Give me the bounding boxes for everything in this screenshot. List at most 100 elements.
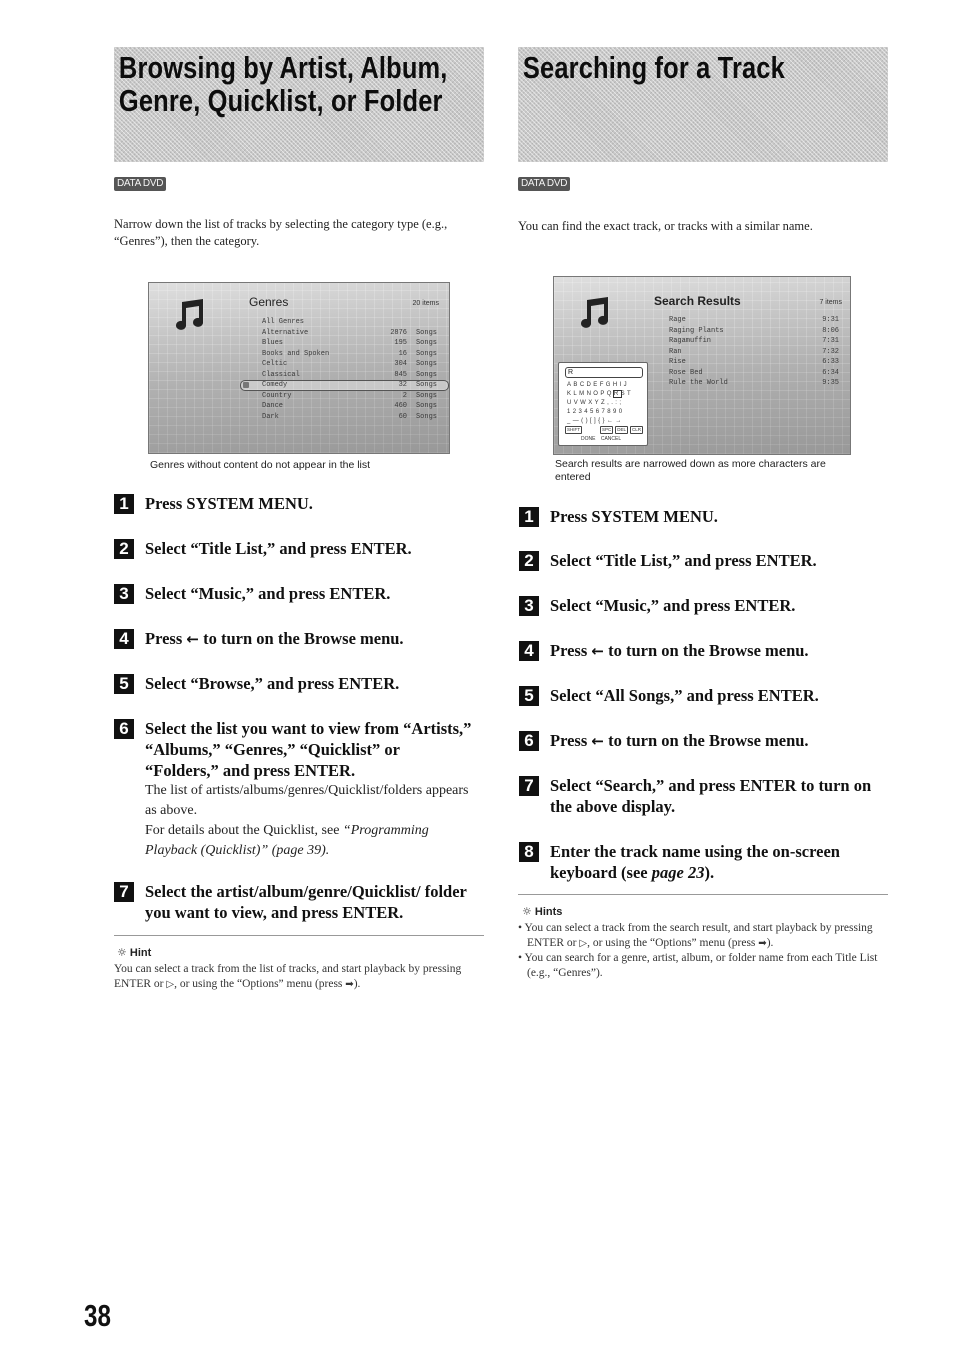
step-text: Select the artist/album/genre/Quicklist/… (145, 882, 467, 922)
keyboard-key[interactable]: M (579, 391, 586, 397)
step-4-searching: 4 Press ← to turn on the Browse menu. (519, 640, 879, 662)
genre-name: All Genres (262, 318, 305, 326)
section-title-searching: Searching for a Track (522, 50, 785, 85)
step-6-browsing: 6 Select the list you want to view from … (114, 718, 474, 861)
genre-list-item[interactable]: Country 2 Songs (262, 391, 437, 402)
keyboard-key[interactable]: — (573, 418, 581, 424)
step-1-searching: 1 Press SYSTEM MENU. (519, 506, 879, 527)
keyboard-spc-button[interactable]: SPC (600, 426, 614, 434)
keyboard-row: UVWXYZ,.:; (567, 400, 623, 406)
step-text: Press SYSTEM MENU. (550, 507, 718, 526)
genre-list: All Genres Alternative 2876 Songs Blues 195 So… (240, 317, 449, 423)
play-icon: ▷ (579, 938, 588, 949)
hints-heading: ☼ Hints (522, 905, 563, 918)
search-result-item[interactable]: Rose Bed 6:34 (669, 368, 839, 379)
track-duration: 6:33 (822, 358, 839, 366)
step-text: Press ← to turn on the Browse menu. (550, 641, 809, 660)
genre-name: Dark (262, 412, 279, 421)
track-name: Ragamuffin (669, 337, 712, 345)
step-3-browsing: 3 Select “Music,” and press ENTER. (114, 583, 474, 604)
search-results-title: Search Results (654, 294, 741, 308)
keyboard-key[interactable]: J (624, 382, 629, 388)
step-text: Select “Search,” and press ENTER to turn… (550, 776, 872, 816)
hint-bullet: • You can search for a genre, artist, al… (518, 952, 878, 979)
section-title-banner-browsing: Browsing by Artist, Album, Genre, Quickli… (114, 47, 484, 162)
song-unit: Songs (415, 412, 437, 421)
genre-list-item[interactable]: Dark 60 Songs (262, 412, 437, 423)
divider (114, 935, 484, 936)
genre-list-item[interactable]: Alternative 2876 Songs (262, 328, 437, 339)
step-7-browsing: 7 Select the artist/album/genre/Quicklis… (114, 881, 474, 923)
step-2-browsing: 2 Select “Title List,” and press ENTER. (114, 538, 474, 559)
step-4-browsing: 4 Press ← to turn on the Browse menu. (114, 628, 474, 650)
song-count: 2876 (390, 328, 407, 337)
song-count: 460 (394, 402, 407, 410)
search-result-item[interactable]: Rage 9:31 (669, 315, 839, 326)
selection-marker-icon (243, 382, 249, 388)
step-7-searching: 7 Select “Search,” and press ENTER to tu… (519, 775, 879, 817)
data-dvd-badge: DATA DVD (114, 177, 167, 191)
keyboard-shift-button[interactable]: SHIFT (565, 426, 582, 434)
keyboard-row: 1234567890 (567, 409, 625, 415)
step-text: Press SYSTEM MENU. (145, 494, 313, 513)
genre-list-item[interactable]: Comedy 32 Songs (240, 380, 449, 391)
keyboard-key[interactable]: H (613, 382, 620, 388)
step-5-searching: 5 Select “All Songs,” and press ENTER. (519, 685, 879, 706)
song-count: 845 (394, 370, 407, 379)
genre-list-item[interactable]: All Genres (262, 317, 437, 328)
keyboard-page-link[interactable]: page 23 (652, 863, 705, 882)
keyboard-key[interactable]: Q (607, 391, 614, 397)
keyboard-clr-button[interactable]: CLR (630, 426, 644, 434)
genres-screen-caption: Genres without content do not appear in … (150, 459, 371, 471)
cancel-button[interactable]: CANCEL (601, 436, 621, 442)
step-number: 8 (519, 842, 539, 862)
right-arrow-icon: ➡ (758, 938, 767, 949)
step-text: Select “Browse,” and press ENTER. (145, 674, 400, 693)
search-result-item[interactable]: Rise 6:33 (669, 357, 839, 368)
keyboard-key[interactable]: U (567, 400, 574, 406)
song-unit: Songs (415, 391, 437, 400)
step-number: 1 (519, 507, 539, 527)
step-number: 2 (519, 551, 539, 571)
step-text: Press ← to turn on the Browse menu. (145, 629, 404, 648)
hint-bullet: • You can select a track from the search… (518, 922, 873, 949)
genre-list-item[interactable]: Books and Spoken 16 Songs (262, 349, 437, 360)
lightbulb-icon: ☼ (117, 946, 127, 959)
song-unit: Songs (415, 402, 437, 410)
genre-list-item[interactable]: Blues 195 Songs (262, 338, 437, 349)
keyboard-buttons: SHIFT SPC DEL CLR (565, 426, 645, 434)
search-result-item[interactable]: Ragamuffin 7:31 (669, 336, 839, 347)
keyboard-del-button[interactable]: DEL (615, 426, 629, 434)
step-description: The list of artists/albums/genres/Quickl… (145, 783, 469, 858)
search-input[interactable]: R (565, 367, 643, 378)
genres-item-count: 20 items (412, 300, 439, 307)
genre-list-item[interactable]: Dance 460 Songs (262, 401, 437, 412)
step-text: Press ← to turn on the Browse menu. (550, 731, 809, 750)
track-name: Raging Plants (669, 326, 724, 335)
keyboard-row: KLMNOPQRST (567, 390, 633, 398)
song-unit: Songs (415, 328, 437, 337)
keyboard-key[interactable]: G (606, 382, 613, 388)
lightbulb-icon: ☼ (522, 905, 532, 918)
hint-heading: ☼ Hint (117, 946, 152, 959)
search-result-item[interactable]: Rule the World 9:35 (669, 378, 839, 389)
hints-text: • You can select a track from the search… (518, 921, 893, 981)
intro-text-searching: You can find the exact track, or tracks … (518, 219, 813, 233)
keyboard-key[interactable]: R (612, 390, 622, 398)
step-number: 4 (519, 641, 539, 661)
left-arrow-icon: ← (186, 630, 199, 648)
step-number: 5 (114, 674, 134, 694)
keyboard-key[interactable]: T (627, 391, 633, 397)
keyboard-key[interactable]: ; (619, 400, 623, 406)
keyboard-key[interactable]: 0 (619, 409, 625, 415)
track-duration: 8:06 (822, 326, 839, 335)
keyboard-key[interactable]: W (580, 400, 588, 406)
genre-list-item[interactable]: Celtic 304 Songs (262, 359, 437, 370)
search-result-item[interactable]: Raging Plants 8:06 (669, 326, 839, 337)
page-number: 38 (84, 1298, 111, 1333)
keyboard-key[interactable]: → (615, 418, 623, 424)
genre-list-item[interactable]: Classical 845 Songs (262, 370, 437, 381)
search-result-item[interactable]: Ran 7:32 (669, 347, 839, 358)
done-button[interactable]: DONE (581, 436, 595, 442)
keyboard-key[interactable]: C (580, 382, 587, 388)
